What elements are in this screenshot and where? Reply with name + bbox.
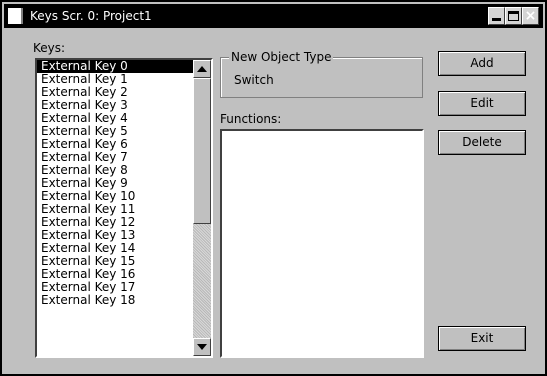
delete-button[interactable]: Delete	[438, 130, 526, 155]
title-bar[interactable]: Keys Scr. 0: Project1 ×	[4, 4, 543, 28]
add-button[interactable]: Add	[438, 51, 526, 76]
maximize-icon	[508, 11, 519, 21]
edit-button[interactable]: Edit	[438, 91, 526, 116]
scroll-thumb[interactable]	[193, 78, 211, 224]
keys-scrollbar[interactable]	[193, 60, 211, 356]
keys-window: Keys Scr. 0: Project1 × Keys: External K…	[0, 0, 547, 376]
minimize-button[interactable]	[488, 7, 505, 25]
close-icon: ×	[524, 8, 537, 24]
arrow-down-icon	[197, 344, 207, 350]
keys-listbox[interactable]: External Key 0 External Key 1 External Key…	[35, 58, 213, 358]
maximize-button[interactable]	[505, 7, 522, 25]
window-title: Keys Scr. 0: Project1	[30, 9, 152, 23]
keys-list-items: External Key 0 External Key 1 External Key…	[37, 60, 193, 307]
scroll-down-button[interactable]	[193, 338, 211, 356]
scroll-up-button[interactable]	[193, 60, 211, 78]
window-icon[interactable]	[8, 8, 23, 24]
new-object-type-group: New Object Type Switch	[220, 50, 423, 98]
functions-label: Functions:	[220, 112, 282, 126]
minimize-icon	[492, 18, 501, 21]
arrow-up-icon	[197, 66, 207, 72]
new-object-type-legend: New Object Type	[229, 50, 334, 64]
list-item[interactable]: External Key 18	[37, 294, 193, 307]
new-object-type-value: Switch	[234, 73, 274, 87]
exit-button[interactable]: Exit	[438, 326, 526, 351]
close-button[interactable]: ×	[522, 7, 539, 25]
functions-listbox[interactable]	[220, 129, 424, 358]
keys-label: Keys:	[33, 41, 66, 55]
